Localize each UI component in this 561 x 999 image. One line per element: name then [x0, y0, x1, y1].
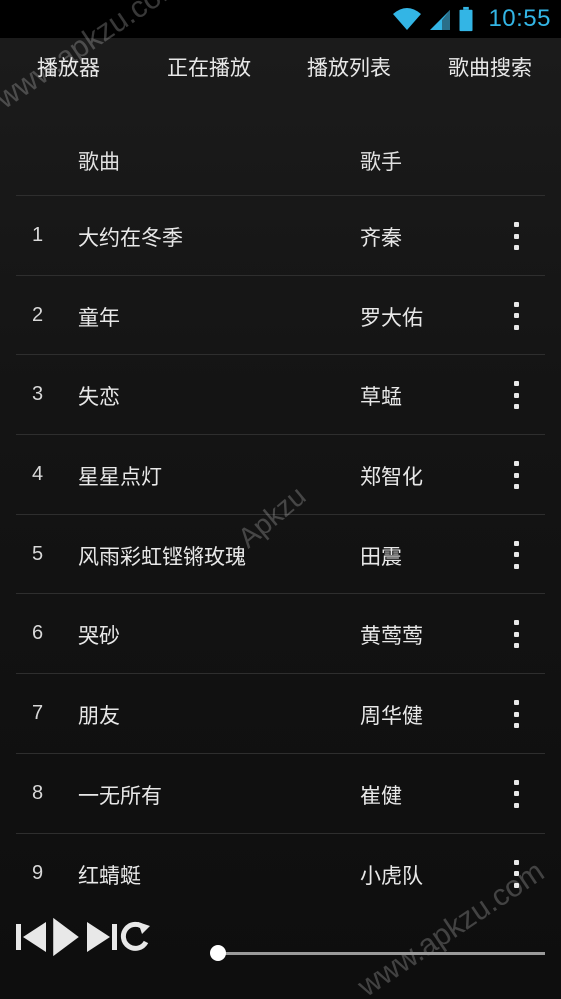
song-title: 一无所有 — [78, 783, 162, 808]
song-artist: 崔健 — [360, 783, 402, 808]
column-header-artist: 歌手 — [360, 150, 402, 174]
repeat-icon[interactable] — [118, 916, 152, 958]
tab-song-search[interactable]: 歌曲搜索 — [448, 52, 532, 82]
song-list: 1 大约在冬季 齐秦 2 童年 罗大佑 3 失恋 草蜢 4 星星点灯 郑智化 5… — [16, 196, 545, 913]
song-title: 大约在冬季 — [78, 226, 183, 250]
song-row[interactable]: 5 风雨彩虹铿锵玫瑰 田震 — [16, 515, 545, 595]
track-number: 1 — [32, 224, 44, 246]
wifi-icon — [393, 8, 422, 30]
track-number: 6 — [32, 622, 44, 645]
song-row[interactable]: 2 童年 罗大佑 — [16, 276, 545, 356]
song-artist: 齐秦 — [360, 226, 402, 250]
more-options-icon[interactable] — [506, 779, 526, 808]
seek-thumb[interactable] — [210, 945, 226, 961]
tab-player[interactable]: 播放器 — [37, 52, 100, 82]
more-options-icon[interactable] — [506, 301, 526, 330]
song-row[interactable]: 6 哭砂 黄莺莺 — [16, 594, 545, 675]
status-bar: 10:55 — [0, 0, 561, 38]
song-artist: 郑智化 — [360, 465, 423, 490]
seek-bar[interactable] — [218, 952, 545, 955]
track-number: 5 — [32, 542, 44, 565]
battery-icon — [459, 6, 473, 32]
song-artist: 小虎队 — [360, 863, 423, 888]
more-options-icon[interactable] — [506, 381, 526, 410]
play-icon[interactable] — [50, 916, 82, 958]
song-row[interactable]: 7 朋友 周华健 — [16, 674, 545, 754]
column-header-title: 歌曲 — [78, 150, 120, 174]
more-options-icon[interactable] — [506, 700, 526, 729]
more-options-icon[interactable] — [506, 222, 526, 250]
song-artist: 田震 — [360, 544, 402, 569]
tab-bar: 播放器 正在播放 播放列表 歌曲搜索 — [0, 38, 561, 94]
song-title: 失恋 — [78, 385, 120, 410]
tab-now-playing[interactable]: 正在播放 — [167, 52, 251, 82]
song-row[interactable]: 8 一无所有 崔健 — [16, 754, 545, 834]
song-artist: 黄莺莺 — [360, 624, 423, 649]
song-artist: 罗大佑 — [360, 305, 423, 330]
song-row[interactable]: 1 大约在冬季 齐秦 — [16, 196, 545, 276]
track-number: 7 — [32, 702, 44, 725]
song-artist: 草蜢 — [360, 385, 402, 410]
song-title: 风雨彩虹铿锵玫瑰 — [78, 544, 246, 569]
player-bar — [0, 900, 561, 999]
more-options-icon[interactable] — [506, 859, 526, 888]
music-player-screen: 10:55 播放器 正在播放 播放列表 歌曲搜索 歌曲 歌手 1 大约在冬季 齐… — [0, 0, 561, 999]
song-title: 星星点灯 — [78, 465, 162, 490]
song-title: 朋友 — [78, 704, 120, 729]
track-number: 3 — [32, 383, 44, 406]
track-number: 8 — [32, 781, 44, 804]
more-options-icon[interactable] — [506, 540, 526, 569]
track-number: 9 — [32, 861, 44, 884]
song-row[interactable]: 3 失恋 草蜢 — [16, 355, 545, 436]
clock: 10:55 — [488, 5, 551, 32]
song-title: 童年 — [78, 305, 120, 330]
list-header: 歌曲 歌手 — [16, 120, 545, 196]
track-number: 2 — [32, 303, 44, 326]
next-icon[interactable] — [85, 916, 119, 958]
song-row[interactable]: 4 星星点灯 郑智化 — [16, 435, 545, 515]
more-options-icon[interactable] — [506, 620, 526, 649]
song-artist: 周华健 — [360, 704, 423, 729]
signal-icon — [430, 10, 451, 30]
song-title: 红蜻蜓 — [78, 863, 141, 888]
previous-icon[interactable] — [14, 916, 48, 958]
track-number: 4 — [32, 463, 44, 486]
tab-playlist[interactable]: 播放列表 — [307, 52, 391, 82]
song-title: 哭砂 — [78, 624, 120, 649]
more-options-icon[interactable] — [506, 461, 526, 490]
